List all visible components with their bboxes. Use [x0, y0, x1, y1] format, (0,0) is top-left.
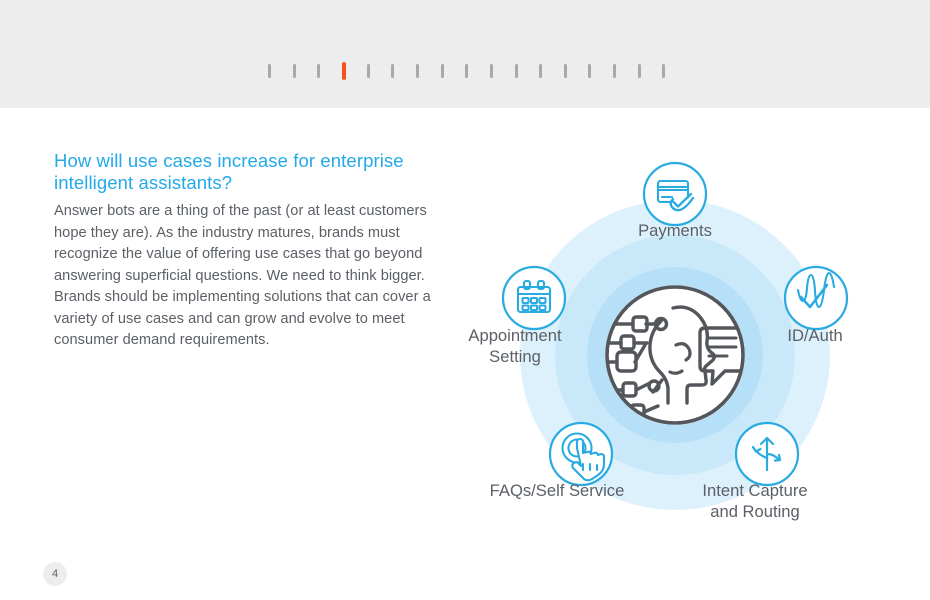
node-label-faqs: FAQs/Self Service	[489, 481, 625, 500]
body-paragraph: Answer bots are a thing of the past (or …	[54, 203, 431, 348]
slide-root: How will use cases increase for enterpri…	[0, 0, 930, 600]
progress-tick-active[interactable]	[341, 62, 346, 80]
text-column: How will use cases increase for enterpri…	[54, 150, 450, 352]
progress-tick[interactable]	[440, 64, 444, 78]
progress-tick[interactable]	[662, 64, 666, 78]
progress-tick[interactable]	[514, 64, 518, 78]
header-band	[0, 0, 930, 108]
use-case-wheel-diagram: Payments Appointment Setting ID/Auth FAQ…	[455, 140, 895, 560]
progress-tick[interactable]	[613, 64, 617, 78]
progress-tick[interactable]	[539, 64, 543, 78]
node-label-appointment: Appointment Setting	[468, 326, 562, 366]
node-label-idauth: ID/Auth	[787, 326, 843, 345]
progress-tick[interactable]	[415, 64, 419, 78]
node-idauth[interactable]	[783, 265, 849, 331]
page-title: How will use cases increase for enterpri…	[54, 150, 404, 193]
slide-progress-indicator[interactable]	[0, 62, 930, 80]
progress-tick[interactable]	[268, 64, 271, 78]
node-appointment[interactable]	[501, 265, 567, 331]
progress-tick[interactable]	[391, 64, 395, 78]
progress-tick[interactable]	[563, 64, 567, 78]
node-intent[interactable]	[734, 421, 800, 487]
node-label-payments: Payments	[638, 221, 712, 240]
node-payments[interactable]	[642, 161, 708, 227]
progress-tick[interactable]	[317, 64, 321, 78]
progress-tick[interactable]	[292, 64, 296, 78]
node-faqs[interactable]	[548, 421, 614, 487]
progress-tick[interactable]	[637, 64, 641, 78]
progress-tick[interactable]	[489, 64, 493, 78]
node-label-intent: Intent Capture and Routing	[702, 481, 808, 521]
progress-tick[interactable]	[366, 64, 370, 78]
page-number-badge: 4	[43, 562, 67, 586]
progress-tick[interactable]	[465, 64, 469, 78]
progress-tick[interactable]	[588, 64, 592, 78]
